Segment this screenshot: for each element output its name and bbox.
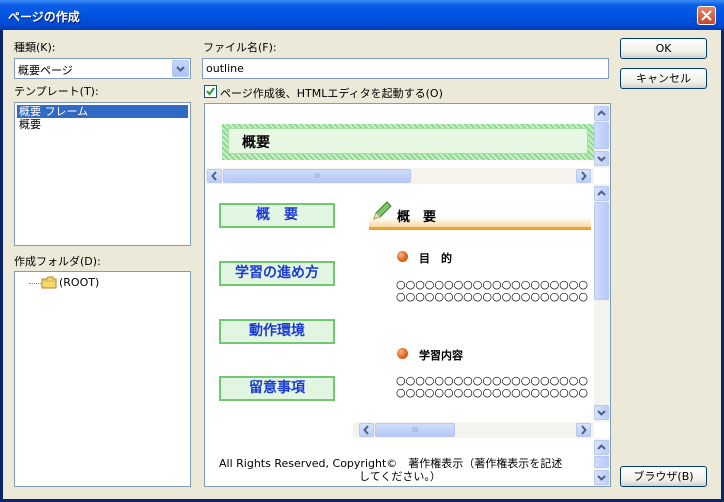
folder-label: 作成フォルダ(D): (14, 255, 101, 268)
filename-label: ファイル名(F): (203, 41, 277, 54)
nav-button-environment[interactable]: 動作環境 (219, 319, 335, 344)
scroll-down-button[interactable] (594, 470, 609, 485)
footer-line-2: してください。） (359, 470, 441, 483)
bullet-icon (397, 251, 408, 262)
bullet-icon (397, 348, 408, 359)
scroll-thumb[interactable] (594, 202, 609, 300)
dialog-client: 種類(K): 概要ページ テンプレート(T): 概要 フレーム 概要 作成フォル… (3, 30, 721, 499)
section-title-content: 学習内容 (419, 349, 463, 362)
scroll-thumb[interactable] (594, 122, 609, 149)
section-text-line: ○○○○○○○○○○○○○○○○○○○○ (396, 374, 588, 387)
scroll-down-button[interactable] (594, 151, 609, 166)
filename-input[interactable]: outline (202, 58, 609, 79)
scroll-thumb[interactable] (594, 456, 609, 468)
nav-button-overview[interactable]: 概 要 (219, 203, 335, 228)
main-heading: 概 要 (397, 210, 437, 225)
browse-button[interactable]: ブラウザ(B) (620, 466, 707, 487)
section-text-line: ○○○○○○○○○○○○○○○○○○○○ (396, 290, 588, 303)
filename-value: outline (206, 62, 244, 75)
close-button[interactable] (697, 6, 716, 25)
template-label: テンプレート(T): (14, 85, 99, 98)
close-icon (701, 10, 712, 21)
scroll-down-button[interactable] (594, 405, 609, 420)
scroll-left-button[interactable] (359, 423, 374, 437)
check-icon (206, 87, 215, 96)
top-heading-banner: 概要 (222, 124, 594, 160)
scroll-grip[interactable]: III (223, 169, 411, 183)
main-hscrollbar[interactable]: III (353, 422, 594, 438)
cancel-button[interactable]: キャンセル (620, 68, 707, 89)
scroll-right-button[interactable] (576, 169, 591, 183)
kind-select-value: 概要ページ (18, 64, 73, 77)
scroll-up-button[interactable] (594, 440, 609, 455)
main-vscrollbar[interactable] (594, 184, 610, 422)
section-title-purpose: 目 的 (419, 252, 452, 265)
top-vscrollbar[interactable] (594, 104, 610, 168)
scroll-grip[interactable]: III (375, 423, 455, 437)
section-text-line: ○○○○○○○○○○○○○○○○○○○○ (396, 386, 588, 399)
chevron-down-icon[interactable] (172, 60, 189, 77)
preview-pane: 概要 III 概 要 学習の進め方 動作環境 留意事項 概 要 目 的 ○○○○… (204, 103, 611, 487)
section-text-line: ○○○○○○○○○○○○○○○○○○○○ (396, 278, 588, 291)
scroll-up-button[interactable] (594, 106, 609, 121)
title-bar[interactable]: ページの作成 (0, 0, 724, 30)
folder-root[interactable]: (ROOT) (59, 276, 99, 289)
scroll-right-button[interactable] (576, 423, 591, 437)
preview-top-frame: 概要 III (205, 104, 610, 184)
template-item-selected[interactable]: 概要 フレーム (17, 105, 188, 118)
template-list[interactable]: 概要 フレーム 概要 (14, 102, 191, 246)
scroll-up-button[interactable] (594, 186, 609, 201)
folder-tree[interactable]: (ROOT) (14, 271, 191, 487)
folder-icon (41, 276, 57, 289)
checkbox-label[interactable]: ページ作成後、HTMLエディタを起動する(O) (220, 85, 443, 101)
ok-button[interactable]: OK (620, 38, 707, 59)
kind-label: 種類(K): (14, 41, 56, 54)
scroll-left-button[interactable] (207, 169, 222, 183)
preview-main-frame: 概 要 目 的 ○○○○○○○○○○○○○○○○○○○○ ○○○○○○○○○○○… (353, 184, 610, 438)
nav-button-notes[interactable]: 留意事項 (219, 376, 335, 401)
kind-select[interactable]: 概要ページ (14, 58, 191, 79)
preview-footer-frame: All Rights Reserved, Copyright© 著作権表示（著作… (205, 438, 610, 486)
nav-button-how-to-learn[interactable]: 学習の進め方 (219, 261, 335, 286)
window-title: ページの作成 (8, 10, 80, 24)
top-heading: 概要 (242, 135, 270, 151)
template-item[interactable]: 概要 (19, 118, 41, 131)
pencil-icon (373, 201, 392, 220)
top-hscrollbar[interactable]: III (205, 168, 594, 184)
footer-vscrollbar[interactable] (594, 438, 610, 486)
open-editor-checkbox[interactable] (204, 85, 217, 98)
dialog-window: ページの作成 種類(K): 概要ページ テンプレート(T): 概要 フレーム 概… (0, 0, 724, 502)
